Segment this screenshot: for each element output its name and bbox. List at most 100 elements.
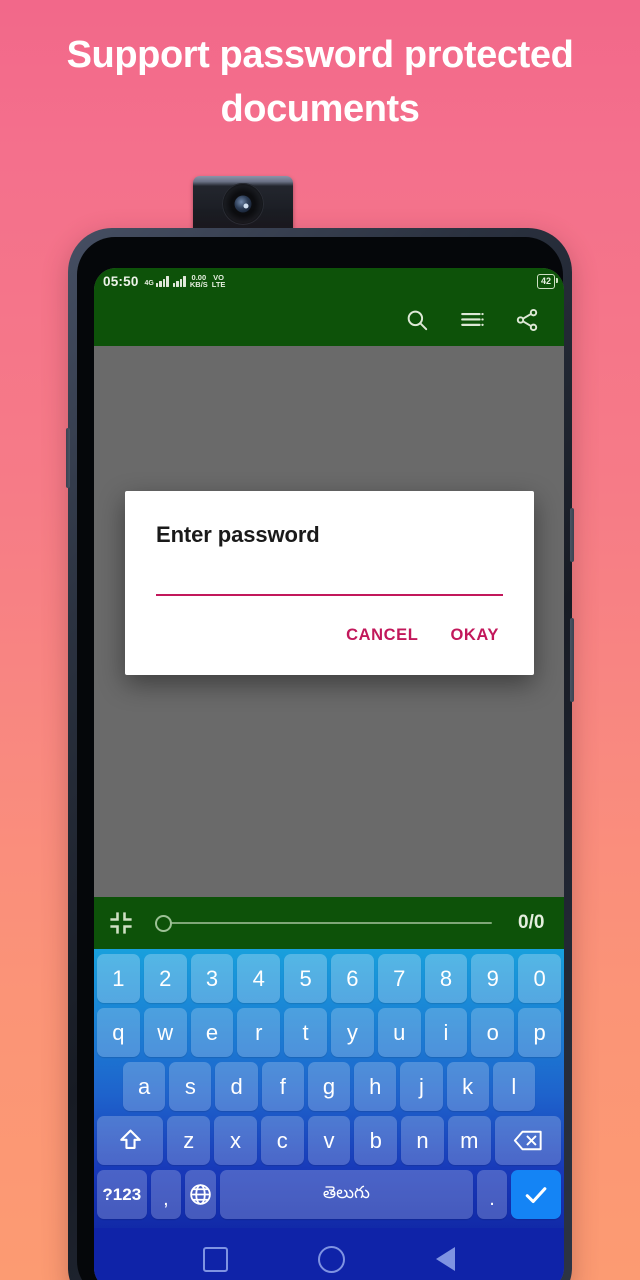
status-bar: 05:50 4G 0.00 KB/S VO LTE 42 (94, 268, 564, 294)
key-o[interactable]: o (471, 1008, 515, 1057)
signal-bars-sim1 (155, 275, 169, 287)
key-r[interactable]: r (237, 1008, 281, 1057)
camera-lens-glint (243, 203, 249, 209)
phone-frame: 05:50 4G 0.00 KB/S VO LTE 42 Enter passw… (66, 228, 574, 1280)
key-4[interactable]: 4 (237, 954, 281, 1003)
camera-lens (234, 195, 252, 213)
recents-button[interactable] (203, 1246, 229, 1272)
key-h[interactable]: h (354, 1062, 397, 1111)
key-v[interactable]: v (307, 1116, 351, 1165)
key-z[interactable]: z (167, 1116, 211, 1165)
key-8[interactable]: 8 (424, 954, 468, 1003)
key-q[interactable]: q (97, 1008, 140, 1057)
volte-icon: VO LTE (211, 273, 226, 289)
key-0[interactable]: 0 (518, 954, 561, 1003)
globe-icon (188, 1182, 213, 1207)
data-speed-unit: KB/S (189, 280, 208, 289)
key-n[interactable]: n (401, 1116, 444, 1165)
page-seekbar[interactable] (147, 909, 506, 937)
backspace-key[interactable] (494, 1116, 561, 1165)
cancel-button[interactable]: CANCEL (335, 618, 429, 653)
key-c[interactable]: c (260, 1116, 304, 1165)
key-w[interactable]: w (143, 1008, 187, 1057)
space-key[interactable]: తెలుగు (220, 1170, 473, 1219)
page-title: Support password protected documents (66, 34, 574, 130)
key-s[interactable]: s (169, 1062, 212, 1111)
phone-screen: 05:50 4G 0.00 KB/S VO LTE 42 Enter passw… (94, 268, 564, 1280)
dialog-field-wrap (125, 548, 534, 596)
shift-icon (117, 1127, 144, 1154)
key-g[interactable]: g (307, 1062, 351, 1111)
key-e[interactable]: e (190, 1008, 234, 1057)
page-counter: 0/0 (518, 912, 545, 933)
symbols-key[interactable]: ?123 (97, 1170, 147, 1219)
password-input[interactable] (156, 566, 503, 596)
dialog-actions: CANCEL OKAY (125, 596, 534, 675)
on-screen-keyboard: 1 2 3 4 5 6 7 8 9 0 q w e r t y u i o p … (94, 949, 564, 1228)
status-icons: 4G 0.00 KB/S VO LTE (144, 273, 226, 289)
okay-button[interactable]: OKAY (439, 618, 510, 653)
volume-button[interactable] (570, 508, 574, 562)
key-f[interactable]: f (261, 1062, 304, 1111)
check-icon (522, 1181, 550, 1209)
key-t[interactable]: t (284, 1008, 327, 1057)
key-1[interactable]: 1 (97, 954, 140, 1003)
data-speed-indicator: 0.00 KB/S (189, 273, 208, 289)
home-button[interactable] (318, 1245, 346, 1273)
system-navigation-bar (94, 1228, 564, 1280)
key-2[interactable]: 2 (143, 954, 187, 1003)
keyboard-row-top: q w e r t y u i o p (97, 1008, 561, 1057)
key-5[interactable]: 5 (284, 954, 327, 1003)
phone-bezel: 05:50 4G 0.00 KB/S VO LTE 42 Enter passw… (77, 237, 564, 1280)
left-side-button[interactable] (66, 428, 70, 488)
seekbar-thumb[interactable] (155, 914, 172, 932)
power-button[interactable] (570, 618, 574, 702)
status-time: 05:50 (103, 273, 139, 289)
search-icon[interactable] (404, 307, 430, 333)
reader-toolbar: 0/0 (94, 897, 564, 949)
language-switch-key[interactable] (185, 1170, 216, 1219)
key-y[interactable]: y (331, 1008, 374, 1057)
key-u[interactable]: u (377, 1008, 421, 1057)
password-dialog: Enter password CANCEL OKAY (125, 491, 534, 675)
camera-lens-ring (222, 183, 264, 225)
app-toolbar (94, 294, 564, 346)
comma-key[interactable]: , (150, 1170, 182, 1219)
enter-key[interactable] (511, 1170, 561, 1219)
key-i[interactable]: i (424, 1008, 468, 1057)
key-j[interactable]: j (400, 1062, 443, 1111)
keyboard-row-numbers: 1 2 3 4 5 6 7 8 9 0 (97, 954, 561, 1003)
key-b[interactable]: b (354, 1116, 398, 1165)
key-k[interactable]: k (446, 1062, 489, 1111)
key-d[interactable]: d (215, 1062, 258, 1111)
keyboard-row-home: a s d f g h j k l (97, 1062, 561, 1111)
key-6[interactable]: 6 (331, 954, 374, 1003)
key-a[interactable]: a (123, 1062, 166, 1111)
key-l[interactable]: l (492, 1062, 535, 1111)
bookmarks-icon[interactable] (459, 307, 485, 333)
signal-bars-sim2 (172, 275, 186, 287)
keyboard-row-space: ?123 , తెలుగు . (97, 1170, 561, 1219)
promo-screenshot: Support password protected documents 05:… (0, 0, 640, 1280)
key-3[interactable]: 3 (190, 954, 234, 1003)
key-m[interactable]: m (447, 1116, 491, 1165)
network-type-label: 4G (144, 279, 154, 287)
key-7[interactable]: 7 (377, 954, 421, 1003)
popup-camera-module (193, 176, 293, 232)
volte-line2: LTE (211, 280, 226, 289)
keyboard-row-bottom: z x c v b n m (97, 1116, 561, 1165)
back-button[interactable] (435, 1247, 455, 1271)
key-p[interactable]: p (518, 1008, 561, 1057)
key-9[interactable]: 9 (471, 954, 515, 1003)
backspace-icon (513, 1129, 543, 1152)
seekbar-track (161, 922, 492, 924)
key-x[interactable]: x (214, 1116, 257, 1165)
signal-4g-icon: 4G (144, 275, 169, 287)
shift-key[interactable] (97, 1116, 164, 1165)
period-key[interactable]: . (476, 1170, 508, 1219)
battery-icon: 42 (536, 273, 558, 289)
dialog-title: Enter password (156, 522, 320, 547)
document-view: Enter password CANCEL OKAY (94, 346, 564, 897)
share-icon[interactable] (514, 307, 540, 333)
fullscreen-shrink-icon[interactable] (107, 909, 135, 937)
